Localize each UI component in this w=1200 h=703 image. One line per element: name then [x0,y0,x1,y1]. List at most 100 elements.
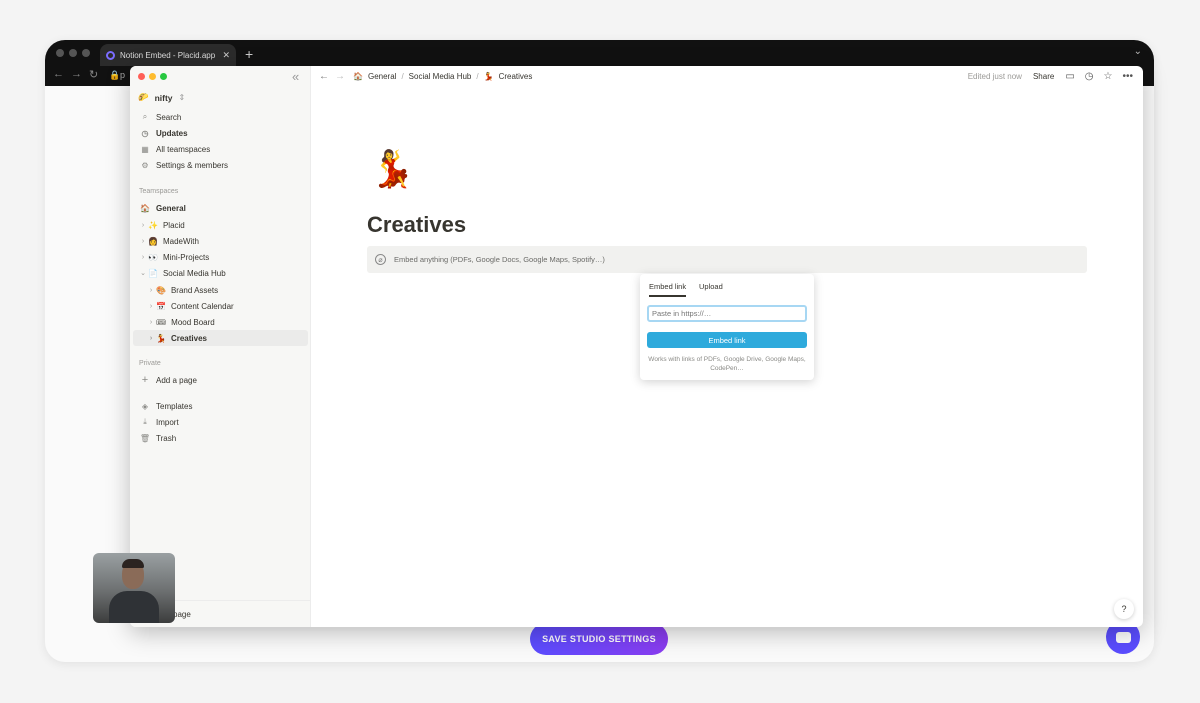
chevron-right-icon[interactable]: › [138,222,148,229]
browser-reload-icon[interactable]: ↻ [89,68,98,81]
sidebar: « 🌮 nifty ⇕ ⌕ Search ◷ Updates ▦ All tea… [130,66,311,627]
browser-forward-icon[interactable]: → [71,68,82,80]
star-icon[interactable]: ☆ [1104,71,1113,82]
embed-link-button[interactable]: Embed link [647,332,807,348]
breadcrumb-social-media-hub[interactable]: Social Media Hub [409,72,472,81]
chevron-down-icon[interactable]: ⌄ [138,269,148,277]
browser-back-icon[interactable]: ← [53,68,64,80]
more-icon[interactable]: ••• [1122,71,1133,82]
house-icon: 🏠 [140,203,150,213]
comment-icon[interactable]: ▭ [1065,71,1074,82]
sidebar-item-settings[interactable]: ⚙ Settings & members [133,157,308,173]
ticket-icon: 🎟 [156,317,167,327]
chevron-right-icon[interactable]: › [146,287,156,294]
sidebar-item-label: All teamspaces [156,144,211,154]
webcam-person-body [109,591,159,623]
chevron-right-icon[interactable]: › [138,254,148,261]
house-icon: 🏠 [353,71,363,81]
sidebar-item-all-teamspaces[interactable]: ▦ All teamspaces [133,141,308,157]
sidebar-item-mood-board[interactable]: › 🎟 Mood Board [133,314,308,330]
sidebar-item-creatives[interactable]: › 💃 Creatives [133,330,308,346]
breadcrumb-separator: / [476,71,479,81]
trash-icon: 🗑 [139,433,151,443]
breadcrumb-creatives[interactable]: Creatives [499,72,533,81]
topbar-actions: Edited just now Share ▭ ◷ ☆ ••• [968,71,1133,82]
sidebar-item-general[interactable]: 🏠 General [133,200,308,216]
share-button[interactable]: Share [1033,72,1054,81]
topbar: ← → 🏠 General / Social Media Hub / 💃 Cre… [311,66,1143,86]
add-page-label: Add a page [156,375,197,385]
new-tab-button[interactable]: + [245,46,253,62]
page-title[interactable]: Creatives [367,212,466,238]
history-icon[interactable]: ◷ [1085,71,1094,82]
lock-icon: 🔒 [109,70,121,80]
dancer-icon: 💃 [483,71,494,81]
sidebar-item-updates[interactable]: ◷ Updates [133,125,308,141]
tab-close-icon[interactable]: ✕ [222,50,230,61]
eyes-icon: 👀 [148,252,158,262]
sidebar-item-import[interactable]: ⤓ Import [133,414,308,430]
chevron-right-icon[interactable]: › [146,303,156,310]
palette-icon: 🎨 [156,285,166,295]
embed-block[interactable]: ⌀ Embed anything (PDFs, Google Docs, Goo… [367,246,1087,273]
embed-help-note: Works with links of PDFs, Google Drive, … [648,356,806,372]
tab-upload[interactable]: Upload [699,282,723,291]
collapse-sidebar-icon[interactable]: « [292,69,299,84]
new-page-label: page [173,610,191,619]
breadcrumb: 🏠 General / Social Media Hub / 💃 Creativ… [353,72,532,81]
chevron-updown-icon: ⇕ [178,93,186,102]
webcam-overlay [93,553,175,623]
breadcrumb-general[interactable]: General [368,72,396,81]
page-icon: 📄 [148,268,158,278]
sidebar-item-label: General [156,203,186,213]
download-icon: ⤓ [143,417,147,426]
sidebar-item-label: MadeWith [162,236,199,246]
browser-minimize-dot[interactable] [69,49,77,57]
sidebar-item-trash[interactable]: 🗑 Trash [133,430,308,446]
browser-close-dot[interactable] [56,49,64,57]
chevron-right-icon[interactable]: › [146,335,156,342]
breadcrumb-separator: / [401,71,404,81]
sidebar-item-placid[interactable]: › ✨ Placid [133,217,308,233]
window-minimize-dot[interactable] [149,73,156,80]
sidebar-item-label: Updates [156,128,188,138]
gear-icon: ⚙ [141,160,149,170]
sidebar-item-madewith[interactable]: › 👩 MadeWith [133,233,308,249]
browser-zoom-dot[interactable] [82,49,90,57]
forward-arrow-icon[interactable]: → [335,71,345,82]
sidebar-item-templates[interactable]: ◈ Templates [133,398,308,414]
page-icon-emoji[interactable]: 💃 [370,148,415,190]
browser-tab-title: Notion Embed - Placid.app [120,50,216,60]
sidebar-item-search[interactable]: ⌕ Search [133,109,308,125]
url-bar[interactable]: p [120,70,125,80]
save-studio-settings-button[interactable]: SAVE STUDIO SETTINGS [530,623,668,655]
private-heading: Private [139,360,161,367]
embed-url-input[interactable] [647,305,807,322]
sidebar-item-label: Mini-Projects [162,252,210,262]
back-arrow-icon[interactable]: ← [319,71,329,82]
compass-icon: ⌀ [375,254,386,265]
chevron-right-icon[interactable]: › [146,319,156,326]
sidebar-item-label: Creatives [170,333,207,343]
plus-icon: + [141,374,149,386]
calendar-icon: 📅 [156,301,166,311]
sidebar-item-brand-assets[interactable]: › 🎨 Brand Assets [133,282,308,298]
help-button[interactable]: ? [1114,599,1134,619]
teamspaces-heading: Teamspaces [139,188,179,195]
browser-tab[interactable]: Notion Embed - Placid.app ✕ [100,44,236,66]
window-zoom-dot[interactable] [160,73,167,80]
tab-list-chevron-icon[interactable]: ⌄ [1134,46,1142,57]
tab-embed-link[interactable]: Embed link [649,282,687,297]
workspace-switcher[interactable]: 🌮 nifty ⇕ [138,92,185,103]
workspace-emoji: 🌮 [138,92,149,102]
dancer-icon: 💃 [156,333,166,343]
sidebar-item-content-calendar[interactable]: › 📅 Content Calendar [133,298,308,314]
sidebar-item-mini-projects[interactable]: › 👀 Mini-Projects [133,249,308,265]
window-close-dot[interactable] [138,73,145,80]
edited-status: Edited just now [967,71,1022,81]
sidebar-item-label: Templates [156,401,193,411]
sidebar-item-social-media-hub[interactable]: ⌄ 📄 Social Media Hub [133,265,308,281]
chevron-right-icon[interactable]: › [138,238,148,245]
add-page-button[interactable]: + Add a page [133,372,308,388]
sidebar-item-label: Import [156,417,179,427]
